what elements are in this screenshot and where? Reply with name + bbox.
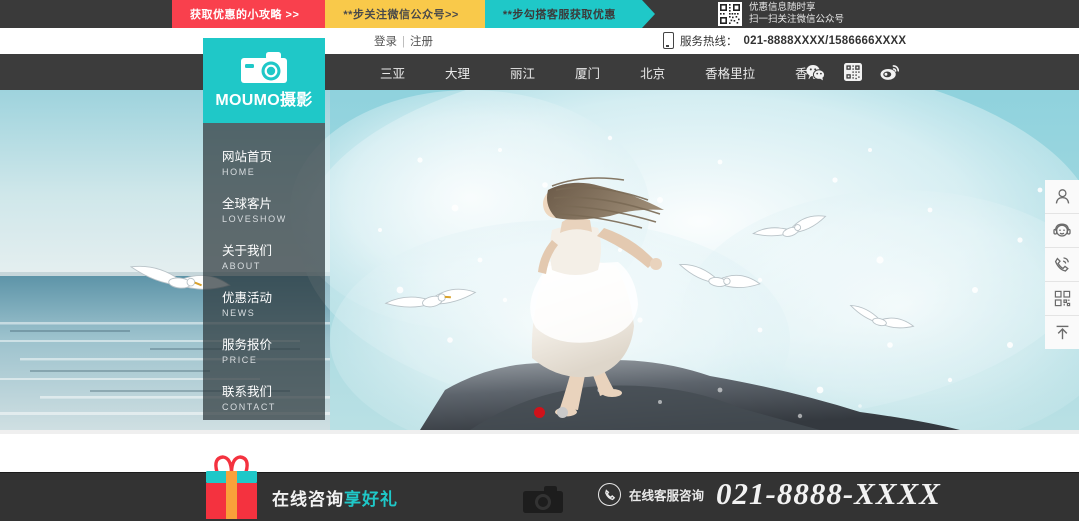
promo-chevron-group: 获取优惠的小攻略 >> **步关注微信公众号>> **步勾搭客服获取优惠 (172, 0, 642, 28)
sidebar-item-label-en: LOVESHOW (222, 212, 325, 226)
rail-qr-button[interactable] (1045, 282, 1079, 316)
hotline-block: 服务热线： 021-8888XXXX/1586666XXXX (663, 32, 906, 49)
sidebar-item-label-en: HOME (222, 165, 325, 179)
headset-icon (1053, 222, 1071, 239)
bottom-consult-block[interactable]: 在线客服咨询 (598, 483, 704, 506)
rail-call-button[interactable] (1045, 248, 1079, 282)
sidebar-item-home[interactable]: 网站首页 HOME (203, 149, 325, 179)
sidebar-item-price[interactable]: 服务报价 PRICE (203, 337, 325, 367)
sidebar-item-label-cn: 网站首页 (222, 149, 325, 165)
sidebar-item-label-cn: 关于我们 (222, 243, 325, 259)
weibo-icon[interactable] (880, 63, 899, 82)
rail-back-to-top-button[interactable] (1045, 316, 1079, 349)
mobile-phone-icon (663, 32, 674, 49)
sidebar-item-label-cn: 优惠活动 (222, 290, 325, 306)
camera-icon (240, 51, 288, 84)
qr-code-icon[interactable] (843, 63, 862, 82)
rail-online-service-button[interactable] (1045, 214, 1079, 248)
page-root: 获取优惠的小攻略 >> **步关注微信公众号>> **步勾搭客服获取优惠 (0, 0, 1079, 521)
left-sidebar-menu: 网站首页 HOME 全球客片 LOVESHOW 关于我们 ABOUT 优惠活动 … (203, 123, 325, 420)
sidebar-item-label-cn: 服务报价 (222, 337, 325, 353)
main-navigation-bar: 三亚 大理 丽江 厦门 北京 香格里拉 香港 (0, 54, 1079, 90)
sidebar-item-about[interactable]: 关于我们 ABOUT (203, 243, 325, 273)
promo-chevron-2[interactable]: **步关注微信公众号>> (325, 0, 484, 28)
arrow-up-icon (1054, 324, 1071, 341)
wechat-icon[interactable] (806, 63, 825, 82)
sidebar-item-label-cn: 联系我们 (222, 384, 325, 400)
bottom-phone-number: 021-8888-XXXX (716, 476, 941, 512)
sidebar-item-label-en: ABOUT (222, 259, 325, 273)
phone-ring-icon (1053, 256, 1071, 273)
nav-item-beijing[interactable]: 北京 (620, 63, 685, 82)
sidebar-item-label-en: NEWS (222, 306, 325, 320)
phone-circle-icon (598, 483, 621, 506)
bottom-slogan-plain: 在线咨询 (272, 490, 344, 509)
promo-chevron-3[interactable]: **步勾搭客服获取优惠 (485, 0, 642, 28)
utility-bar: 登录 | 注册 服务热线： 021-8888XXXX/1586666XXXX (0, 28, 1079, 54)
register-link[interactable]: 注册 (410, 36, 433, 48)
qr-code-icon (1054, 290, 1071, 307)
camera-icon (523, 486, 563, 513)
promo-chevron-1[interactable]: 获取优惠的小攻略 >> (172, 0, 325, 28)
carousel-dot-1[interactable] (534, 407, 545, 418)
social-icon-group (806, 54, 899, 90)
account-separator: | (402, 36, 405, 48)
hotline-number: 021-8888XXXX/1586666XXXX (744, 35, 907, 47)
rail-member-login-button[interactable] (1045, 180, 1079, 214)
promo-ribbon: 获取优惠的小攻略 >> **步关注微信公众号>> **步勾搭客服获取优惠 (0, 0, 1079, 28)
login-link[interactable]: 登录 (374, 36, 397, 48)
hero-carousel-image[interactable] (0, 90, 1079, 430)
nav-item-shangrila[interactable]: 香格里拉 (685, 63, 775, 82)
nav-item-dali[interactable]: 大理 (425, 63, 490, 82)
account-links: 登录 | 注册 (374, 33, 433, 49)
content-gap (0, 434, 1079, 472)
carousel-dots (534, 407, 568, 418)
nav-item-sanya[interactable]: 三亚 (360, 63, 425, 82)
nav-item-xiamen[interactable]: 厦门 (555, 63, 620, 82)
gift-box-icon (199, 452, 264, 519)
user-icon (1054, 188, 1071, 205)
promo-qr-text: 优惠信息随时享 扫一扫关注微信公众号 (749, 2, 844, 26)
hotline-label: 服务热线： (680, 33, 738, 49)
bottom-slogan-highlight: 享好礼 (344, 490, 398, 509)
nav-item-lijiang[interactable]: 丽江 (490, 63, 555, 82)
floating-side-rail (1045, 180, 1079, 349)
bottom-slogan: 在线咨询享好礼 (272, 485, 398, 510)
sidebar-item-label-cn: 全球客片 (222, 196, 325, 212)
sidebar-item-label-en: PRICE (222, 353, 325, 367)
site-logo[interactable]: MOUMO摄影 (203, 38, 325, 123)
bottom-consult-label: 在线客服咨询 (629, 485, 704, 504)
carousel-dot-2[interactable] (557, 407, 568, 418)
promo-qr-group: 优惠信息随时享 扫一扫关注微信公众号 (718, 2, 844, 26)
sidebar-item-news[interactable]: 优惠活动 NEWS (203, 290, 325, 320)
sidebar-item-contact[interactable]: 联系我们 CONTACT (203, 384, 325, 414)
promo-qr-line1: 优惠信息随时享 (749, 2, 816, 13)
promo-qr-line2: 扫一扫关注微信公众号 (749, 14, 844, 25)
sidebar-item-label-en: CONTACT (222, 400, 325, 414)
sidebar-item-loveshow[interactable]: 全球客片 LOVESHOW (203, 196, 325, 226)
qr-code-icon (718, 2, 742, 26)
logo-text: MOUMO摄影 (215, 86, 312, 110)
nav-link-group: 三亚 大理 丽江 厦门 北京 香格里拉 香港 (360, 54, 840, 90)
